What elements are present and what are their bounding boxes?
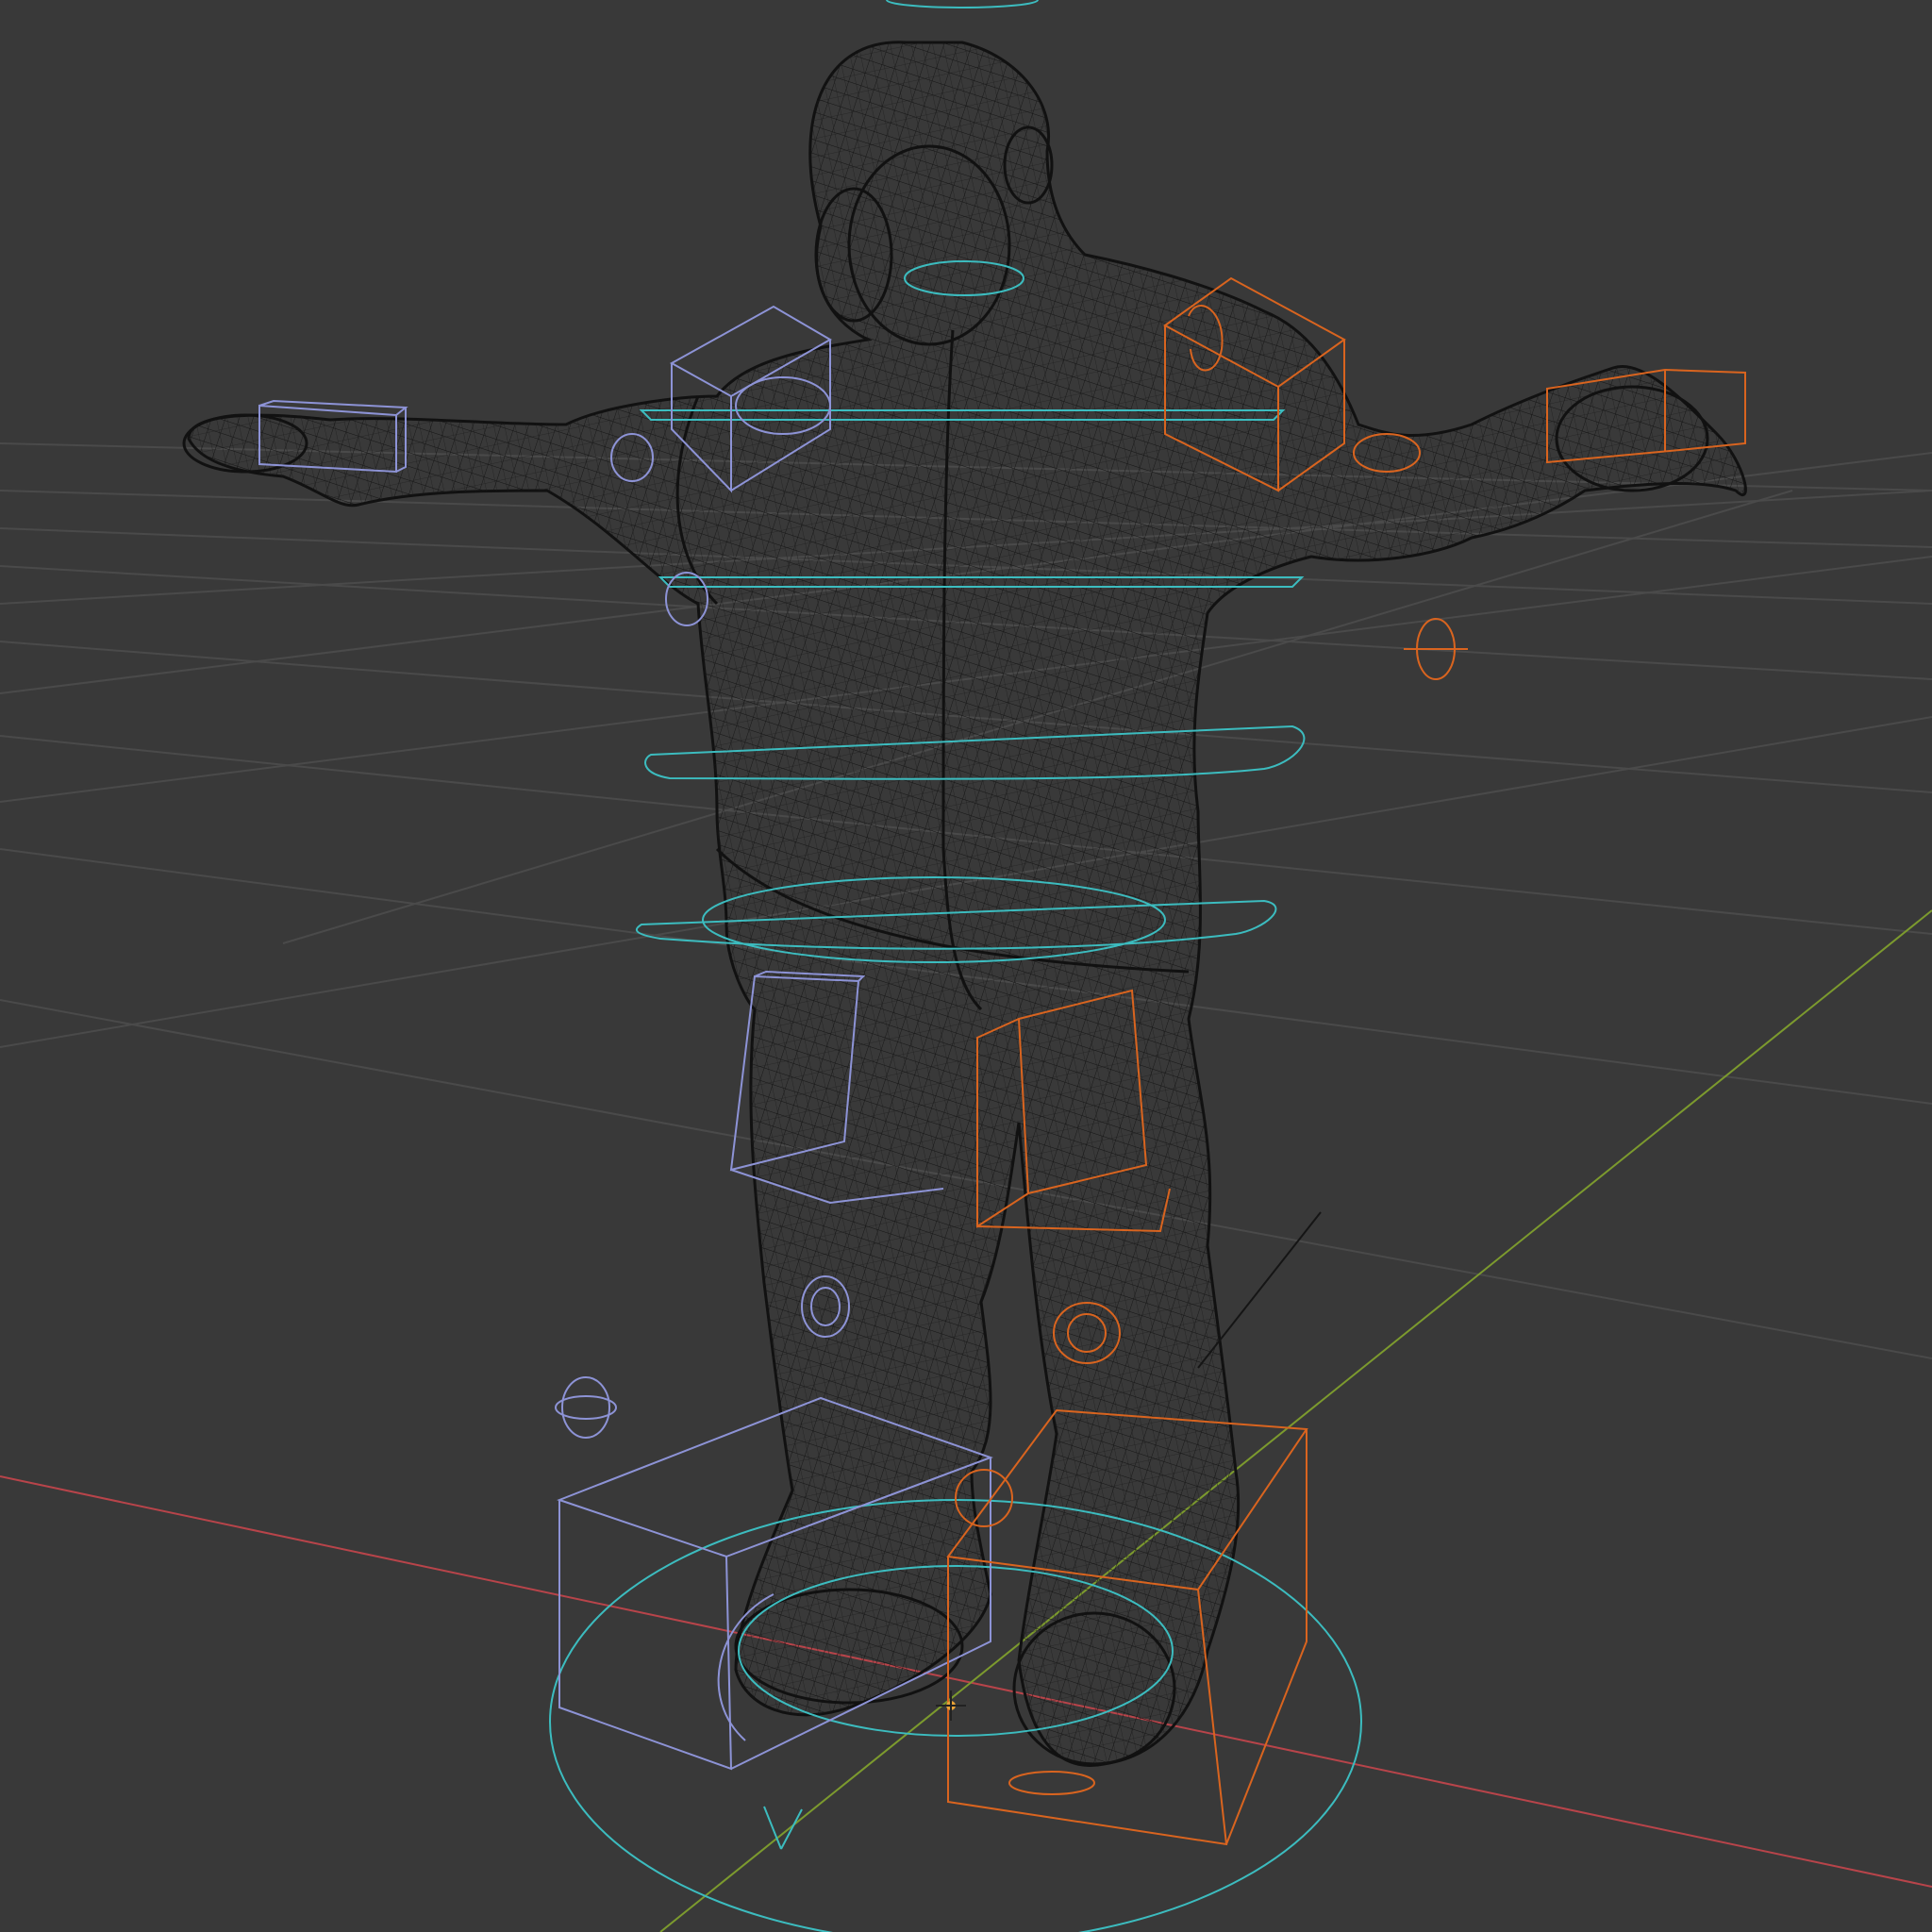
head-circle[interactable] <box>886 0 1039 8</box>
3d-viewport[interactable] <box>0 0 1932 1932</box>
root-arrow[interactable] <box>763 1806 803 1850</box>
foot-pole-l-2[interactable] <box>555 1395 617 1420</box>
3d-cursor-icon[interactable] <box>936 1690 966 1721</box>
foot-pole-l[interactable] <box>561 1376 610 1439</box>
foot-roll-r[interactable] <box>1008 1771 1095 1795</box>
parent-relation-line <box>1197 1211 1322 1369</box>
viewport-canvas[interactable] <box>0 0 1932 1932</box>
